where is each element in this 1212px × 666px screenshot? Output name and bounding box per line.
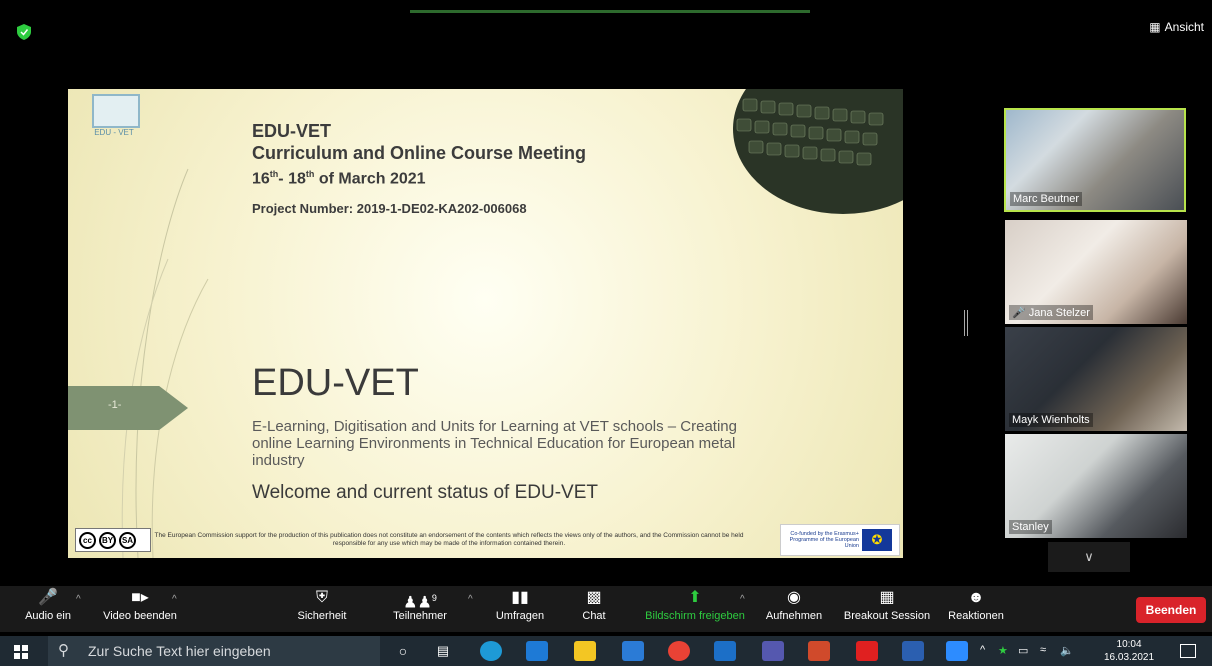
shield-icon: ⛨ bbox=[315, 589, 328, 606]
windows-taskbar: ⚲ Zur Suche Text hier eingeben ○ ▤ ^ ★ ▭… bbox=[0, 636, 1212, 666]
bar-chart-icon: ▮▮ bbox=[511, 589, 529, 606]
end-meeting-button[interactable]: Beenden bbox=[1136, 597, 1206, 623]
word-icon[interactable] bbox=[902, 641, 924, 661]
slide-title-line2: Curriculum and Online Course Meeting bbox=[252, 143, 587, 163]
outlook-icon[interactable] bbox=[714, 641, 736, 661]
eu-disclaimer: The European Commission support for the … bbox=[154, 532, 744, 547]
chevron-up-icon[interactable]: ^ bbox=[980, 644, 985, 656]
muted-microphone-icon: 🎤 bbox=[38, 589, 58, 606]
breakout-grid-icon: ▦ bbox=[879, 589, 895, 606]
view-button[interactable]: ▦ Ansicht bbox=[1149, 20, 1204, 34]
notification-icon[interactable] bbox=[1180, 644, 1196, 658]
video-tile-active-speaker[interactable]: Marc Beutner bbox=[1004, 108, 1186, 212]
shared-slide: EDU - VET EDU-VET Curriculum and Online … bbox=[68, 64, 903, 584]
participant-name: 🎤 Jana Stelzer bbox=[1009, 305, 1093, 320]
teams-icon[interactable] bbox=[762, 641, 784, 661]
participant-name: Marc Beutner bbox=[1010, 192, 1083, 206]
task-view-icon[interactable]: ▤ bbox=[432, 641, 454, 661]
eu-flag-icon: ✪ bbox=[862, 529, 892, 551]
view-label: Ansicht bbox=[1164, 20, 1204, 34]
slide-subtitle: E-Learning, Digitisation and Units for L… bbox=[252, 418, 737, 469]
edge-icon[interactable] bbox=[480, 641, 502, 661]
reactions-button[interactable]: ☻ Reaktionen bbox=[944, 586, 1008, 632]
security-shield-icon[interactable] bbox=[17, 24, 31, 40]
meeting-top-bar: ▦ Ansicht bbox=[0, 0, 1212, 62]
video-options-caret[interactable]: ^ bbox=[172, 594, 177, 605]
participants-button[interactable]: ♟♟9 Teilnehmer bbox=[388, 586, 452, 632]
battery-icon[interactable]: ▭ bbox=[1018, 644, 1028, 657]
sa-icon: SA bbox=[119, 531, 136, 549]
slide-welcome-text: Welcome and current status of EDU-VET bbox=[252, 482, 598, 503]
video-tile[interactable]: Stanley bbox=[1005, 434, 1187, 538]
search-placeholder: Zur Suche Text hier eingeben bbox=[88, 643, 271, 659]
slide-big-title: EDU-VET bbox=[252, 362, 419, 404]
screen-share-indicator bbox=[410, 10, 810, 13]
slide-dates: 16th- 18th of March 2021 bbox=[252, 169, 426, 188]
wifi-icon[interactable]: ≈ bbox=[1040, 644, 1046, 656]
chrome-icon[interactable] bbox=[668, 641, 690, 661]
windows-start-icon[interactable] bbox=[14, 645, 28, 659]
video-tile[interactable]: 🎤 Jana Stelzer bbox=[1005, 220, 1187, 324]
store-icon[interactable] bbox=[622, 641, 644, 661]
taskbar-clock[interactable]: 10:04 16.03.2021 bbox=[1104, 638, 1154, 664]
meeting-toolbar: 🎤 Audio ein ^ ■▸ Video beenden ^ ⛨ Siche… bbox=[0, 586, 1212, 632]
cc-icon: cc bbox=[79, 531, 96, 549]
powerpoint-icon[interactable] bbox=[808, 641, 830, 661]
speaker-icon[interactable]: 🔈 bbox=[1060, 644, 1074, 657]
share-screen-button[interactable]: ⬆ Bildschirm freigeben bbox=[638, 586, 752, 632]
record-button[interactable]: ◉ Aufnehmen bbox=[762, 586, 826, 632]
polls-button[interactable]: ▮▮ Umfragen bbox=[490, 586, 550, 632]
video-tile[interactable]: Mayk Wienholts bbox=[1005, 327, 1187, 431]
slide-title-line1: EDU-VET bbox=[252, 121, 332, 141]
clock-time: 10:04 bbox=[1116, 639, 1142, 650]
mail-icon[interactable] bbox=[526, 641, 548, 661]
search-icon: ⚲ bbox=[58, 642, 69, 659]
scroll-participants-down-button[interactable]: ∨ bbox=[1048, 542, 1130, 572]
muted-mic-icon: 🎤 bbox=[1012, 307, 1026, 319]
keyboard-image bbox=[733, 89, 903, 214]
share-arrow-icon: ⬆ bbox=[688, 589, 702, 606]
erasmus-logo: Co-funded by the Erasmus+ Programme of t… bbox=[780, 524, 900, 556]
participants-icon: ♟♟9 bbox=[403, 593, 437, 612]
cortana-icon[interactable]: ○ bbox=[392, 641, 414, 661]
decorative-grass-lines bbox=[121, 168, 209, 558]
tray-app-icon[interactable]: ★ bbox=[998, 644, 1008, 657]
chat-bubble-icon: ▩ bbox=[586, 589, 602, 606]
video-button[interactable]: ■▸ Video beenden bbox=[94, 586, 186, 632]
participant-name: Mayk Wienholts bbox=[1009, 413, 1093, 427]
project-number: Project Number: 2019-1-DE02-KA202-006068 bbox=[252, 201, 527, 216]
smiley-plus-icon: ☻ bbox=[967, 589, 985, 606]
acrobat-icon[interactable] bbox=[856, 641, 878, 661]
security-button[interactable]: ⛨ Sicherheit bbox=[292, 586, 352, 632]
zoom-icon[interactable] bbox=[946, 641, 968, 661]
creative-commons-badge: cc BY SA bbox=[75, 528, 151, 552]
audio-options-caret[interactable]: ^ bbox=[76, 594, 81, 605]
panel-resize-handle[interactable] bbox=[964, 310, 968, 336]
slide-header: EDU-VET Curriculum and Online Course Mee… bbox=[252, 120, 586, 189]
file-explorer-icon[interactable] bbox=[574, 641, 596, 661]
slide-page-number: -1- bbox=[108, 399, 122, 411]
grid-icon: ▦ bbox=[1149, 20, 1161, 34]
breakout-session-button[interactable]: ▦ Breakout Session bbox=[840, 586, 934, 632]
edu-vet-logo: EDU - VET bbox=[86, 94, 142, 144]
by-icon: BY bbox=[99, 531, 116, 549]
erasmus-text: Co-funded by the Erasmus+ Programme of t… bbox=[789, 531, 859, 549]
taskbar-search-box[interactable]: ⚲ Zur Suche Text hier eingeben bbox=[48, 636, 380, 666]
record-icon: ◉ bbox=[787, 589, 801, 606]
participant-name: Stanley bbox=[1009, 520, 1052, 534]
chat-button[interactable]: ▩ Chat bbox=[574, 586, 614, 632]
slide-letterbox-top bbox=[68, 64, 903, 89]
slide-letterbox-bottom bbox=[68, 558, 903, 584]
participants-options-caret[interactable]: ^ bbox=[468, 594, 473, 605]
chevron-down-icon: ∨ bbox=[1084, 549, 1094, 564]
clock-date: 16.03.2021 bbox=[1104, 652, 1155, 663]
audio-button[interactable]: 🎤 Audio ein bbox=[22, 586, 74, 632]
share-options-caret[interactable]: ^ bbox=[740, 594, 745, 605]
